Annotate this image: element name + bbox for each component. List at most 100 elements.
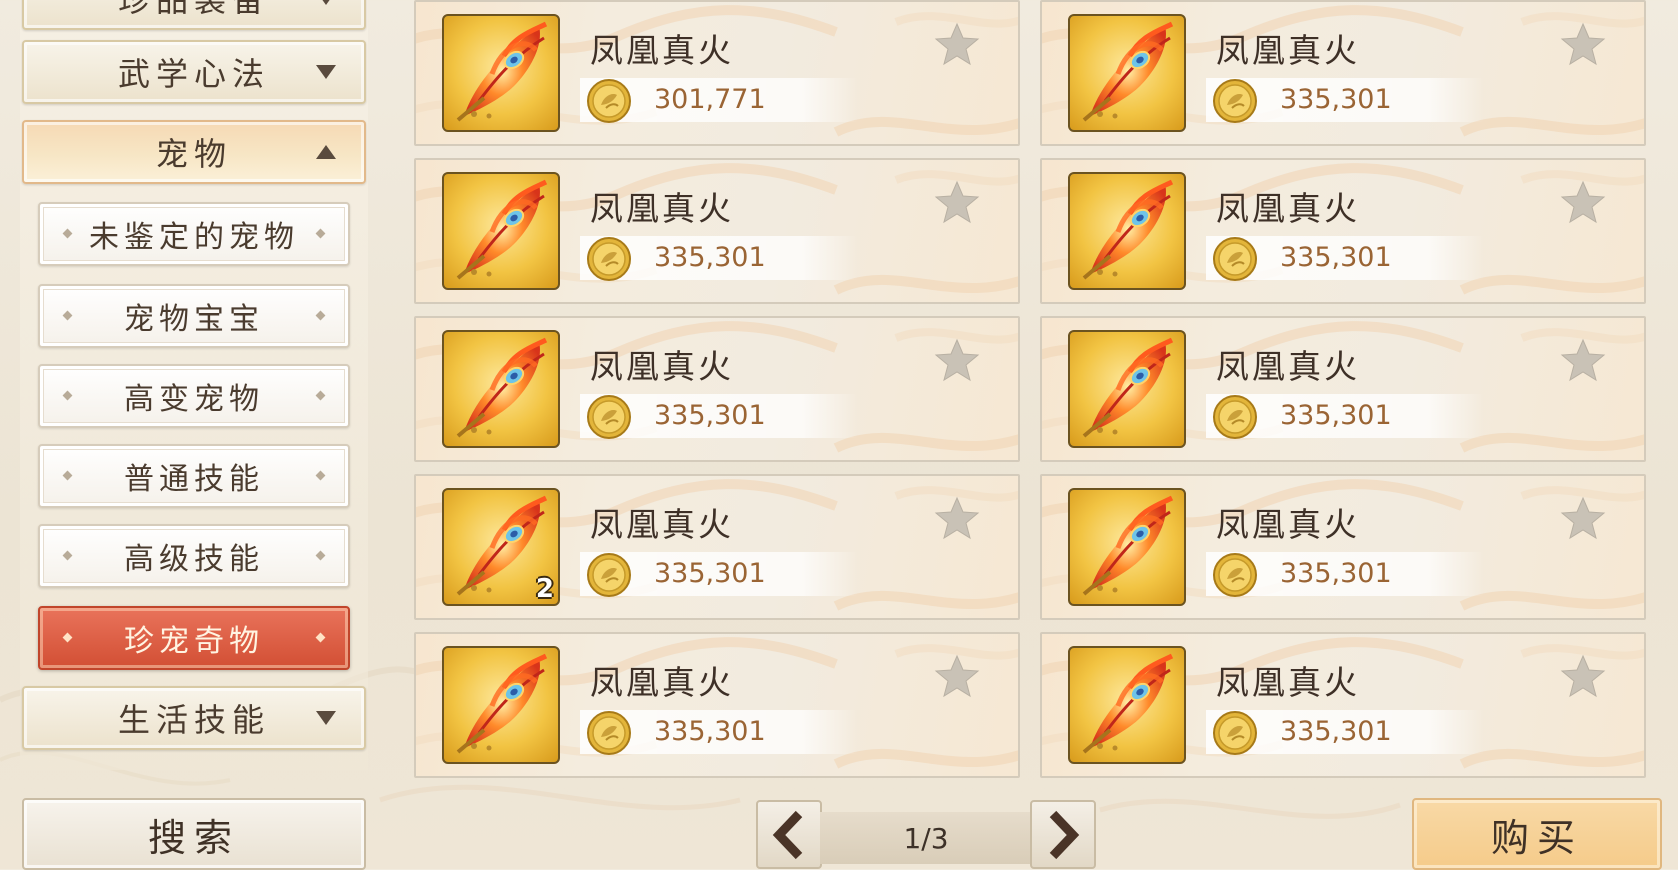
category-martial-arts[interactable]: 武学心法 (22, 40, 366, 104)
item-icon[interactable]: 2 (442, 488, 560, 606)
subcategory-label: 普通技能 (124, 462, 264, 497)
item-card[interactable]: 凤凰真火 335,301 (414, 158, 1020, 304)
item-name: 凤凰真火 (1216, 505, 1360, 544)
item-card[interactable]: 凤凰真火 335,301 (414, 632, 1020, 778)
diamond-ornament-icon (62, 310, 73, 321)
subcategory-label: 高级技能 (124, 542, 264, 577)
phoenix-feather-icon (1082, 179, 1174, 280)
chevron-left-icon (772, 810, 803, 859)
item-card[interactable]: 凤凰真火 301,771 (414, 0, 1020, 146)
buy-button[interactable]: 购买 (1412, 798, 1662, 870)
item-price: 335,301 (1280, 558, 1392, 589)
gold-coin-icon (1212, 552, 1258, 598)
diamond-ornament-icon (62, 228, 73, 239)
item-icon[interactable] (1068, 14, 1186, 132)
item-card[interactable]: 凤凰真火 335,301 (1040, 474, 1646, 620)
item-card[interactable]: 凤凰真火 335,301 (1040, 158, 1646, 304)
gold-coin-icon (1212, 236, 1258, 282)
item-card[interactable]: 凤凰真火 335,301 (1040, 316, 1646, 462)
search-button[interactable]: 搜索 (22, 798, 366, 870)
gold-coin-icon (586, 394, 632, 440)
item-icon[interactable] (442, 172, 560, 290)
diamond-ornament-icon (315, 632, 326, 643)
category-rare-equipment[interactable]: 珍品装备 (22, 0, 366, 30)
item-name: 凤凰真火 (590, 663, 734, 702)
item-price: 335,301 (654, 400, 766, 431)
item-icon[interactable] (442, 646, 560, 764)
star-icon[interactable] (1560, 22, 1606, 66)
star-icon[interactable] (1560, 180, 1606, 224)
gold-coin-icon (586, 710, 632, 756)
item-icon[interactable] (442, 330, 560, 448)
next-page-button[interactable] (1030, 800, 1096, 869)
item-name: 凤凰真火 (1216, 347, 1360, 386)
category-pets[interactable]: 宠物 (22, 120, 366, 184)
chevron-down-icon (316, 65, 336, 79)
item-card[interactable]: 2 凤凰真火 335,301 (414, 474, 1020, 620)
subcategory-rare-pet-items[interactable]: 珍宠奇物 (38, 606, 350, 670)
item-icon[interactable] (1068, 488, 1186, 606)
item-icon[interactable] (1068, 646, 1186, 764)
gold-coin-icon (586, 552, 632, 598)
phoenix-feather-icon (456, 179, 548, 280)
subcategory-unidentified-pets[interactable]: 未鉴定的宠物 (38, 202, 350, 266)
phoenix-feather-icon (1082, 337, 1174, 438)
diamond-ornament-icon (315, 470, 326, 481)
gold-coin-icon (586, 236, 632, 282)
diamond-ornament-icon (62, 390, 73, 401)
gold-coin-icon (1212, 394, 1258, 440)
prev-page-button[interactable] (756, 800, 822, 869)
item-price: 335,301 (654, 716, 766, 747)
item-icon[interactable] (1068, 172, 1186, 290)
category-label: 珍品装备 (117, 0, 270, 19)
chevron-down-icon (316, 711, 336, 725)
item-name: 凤凰真火 (590, 347, 734, 386)
item-card[interactable]: 凤凰真火 335,301 (1040, 632, 1646, 778)
item-price: 335,301 (654, 242, 766, 273)
diamond-ornament-icon (62, 632, 73, 643)
star-icon[interactable] (934, 180, 980, 224)
star-icon[interactable] (934, 22, 980, 66)
item-name: 凤凰真火 (590, 31, 734, 70)
diamond-ornament-icon (62, 550, 73, 561)
category-label: 生活技能 (117, 701, 270, 739)
item-quantity: 2 (535, 574, 554, 604)
star-icon[interactable] (934, 338, 980, 382)
phoenix-feather-icon (1082, 653, 1174, 754)
star-icon[interactable] (934, 654, 980, 698)
item-card[interactable]: 凤凰真火 335,301 (1040, 0, 1646, 146)
star-icon[interactable] (934, 496, 980, 540)
subcategory-label: 宠物宝宝 (124, 302, 264, 337)
subcategory-mutant-pets[interactable]: 高变宠物 (38, 364, 350, 428)
item-name: 凤凰真火 (590, 505, 734, 544)
item-icon[interactable] (1068, 330, 1186, 448)
item-name: 凤凰真火 (1216, 663, 1360, 702)
category-sidebar: 珍品装备 武学心法 宠物 未鉴定的宠物 宠物宝宝 高变宠物 普通技能 高级技能 … (20, 0, 368, 770)
item-price: 335,301 (1280, 242, 1392, 273)
diamond-ornament-icon (315, 390, 326, 401)
category-life-skills[interactable]: 生活技能 (22, 686, 366, 750)
chevron-right-icon (1049, 810, 1080, 859)
category-label: 宠物 (155, 135, 232, 173)
item-card[interactable]: 凤凰真火 335,301 (414, 316, 1020, 462)
item-icon[interactable] (442, 14, 560, 132)
star-icon[interactable] (1560, 496, 1606, 540)
item-price: 335,301 (1280, 716, 1392, 747)
gold-coin-icon (1212, 78, 1258, 124)
star-icon[interactable] (1560, 654, 1606, 698)
phoenix-feather-icon (456, 21, 548, 122)
subcategory-normal-skills[interactable]: 普通技能 (38, 444, 350, 508)
item-price: 335,301 (1280, 84, 1392, 115)
subcategory-advanced-skills[interactable]: 高级技能 (38, 524, 350, 588)
phoenix-feather-icon (456, 653, 548, 754)
subcategory-pet-babies[interactable]: 宠物宝宝 (38, 284, 350, 348)
item-price: 335,301 (654, 558, 766, 589)
chevron-up-icon (316, 145, 336, 159)
item-name: 凤凰真火 (1216, 31, 1360, 70)
diamond-ornament-icon (315, 310, 326, 321)
star-icon[interactable] (1560, 338, 1606, 382)
chevron-down-icon (316, 0, 336, 5)
diamond-ornament-icon (62, 470, 73, 481)
item-price: 335,301 (1280, 400, 1392, 431)
gold-coin-icon (1212, 710, 1258, 756)
